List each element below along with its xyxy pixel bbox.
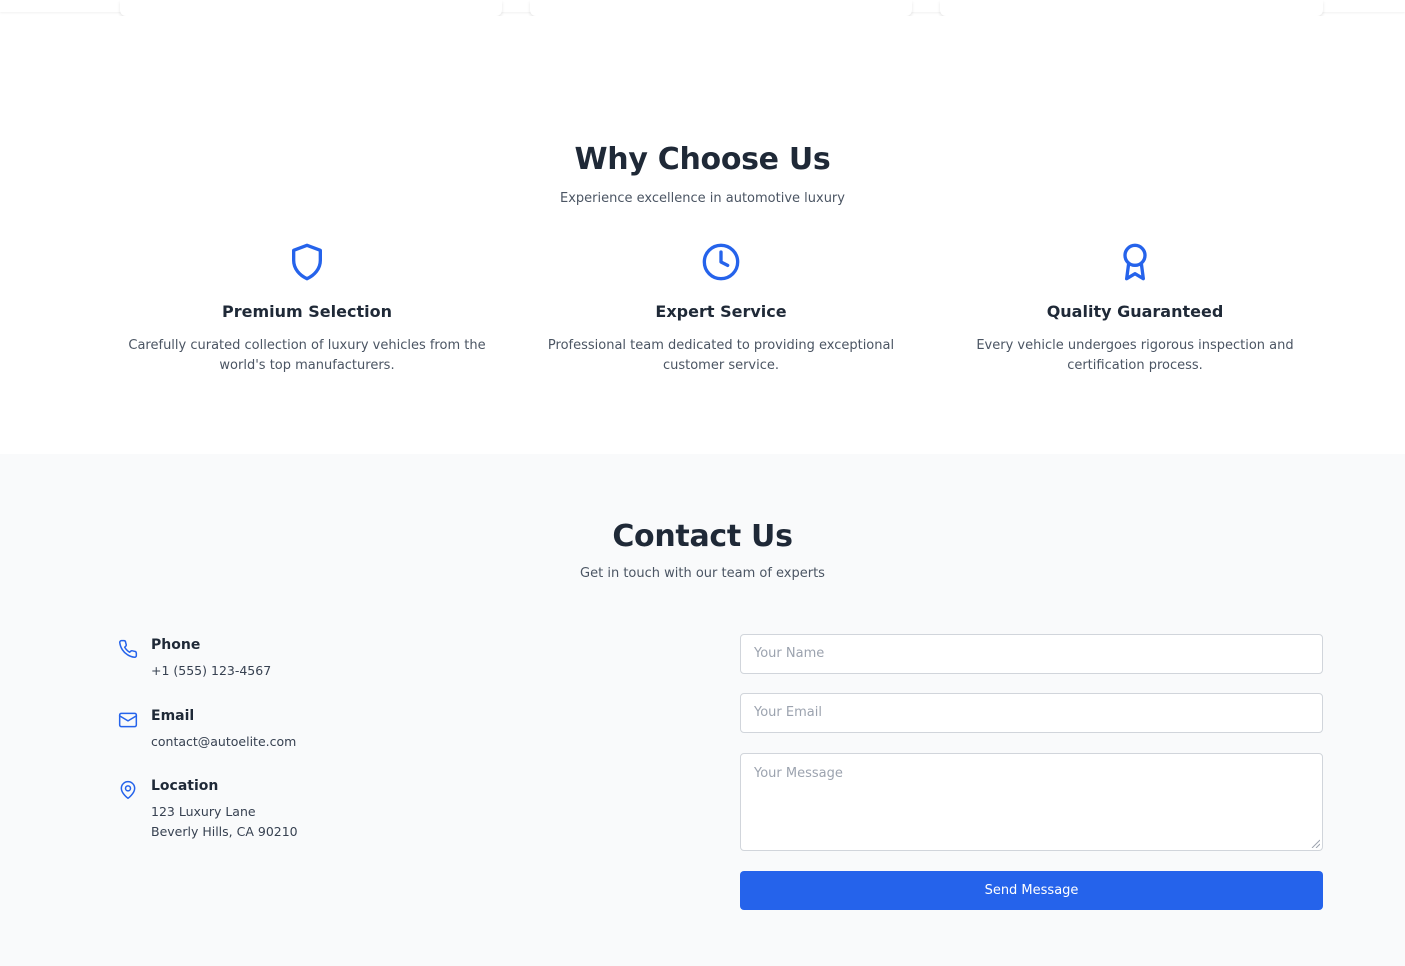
- feature-expert-service: Expert Service Professional team dedicat…: [526, 242, 916, 376]
- feature-title: Quality Guaranteed: [1046, 302, 1224, 321]
- name-input[interactable]: Your Name: [740, 634, 1323, 674]
- feature-title: Premium Selection: [222, 302, 392, 321]
- feature-quality-guaranteed: Quality Guaranteed Every vehicle undergo…: [940, 242, 1330, 376]
- contact-info-label: Email: [151, 708, 195, 724]
- why-choose-us-section: Why Choose Us Experience excellence in a…: [0, 16, 1405, 454]
- phone-icon: [119, 639, 138, 658]
- feature-description: Carefully curated collection of luxury v…: [128, 338, 486, 373]
- contact-info-value: contact@autoelite.com: [151, 734, 297, 749]
- map-pin-icon: [120, 780, 136, 800]
- contact-info-address: 123 Luxury Lane Beverly Hills, CA 90210: [151, 802, 298, 842]
- previous-card-3: [940, 0, 1323, 16]
- message-placeholder: Your Message: [754, 766, 843, 781]
- previous-card-2: [530, 0, 912, 16]
- feature-title: Expert Service: [655, 302, 787, 321]
- address-line-2: Beverly Hills, CA 90210: [151, 824, 298, 839]
- feature-description: Professional team dedicated to providing…: [547, 338, 895, 373]
- email-input[interactable]: Your Email: [740, 693, 1323, 733]
- send-message-button[interactable]: Send Message: [740, 871, 1323, 910]
- contact-subtitle: Get in touch with our team of experts: [580, 566, 825, 581]
- why-choose-us-subtitle: Experience excellence in automotive luxu…: [560, 191, 845, 206]
- previous-card-1: [120, 0, 502, 16]
- feature-premium-selection: Premium Selection Carefully curated coll…: [112, 242, 502, 376]
- resize-handle-icon[interactable]: [1310, 838, 1320, 848]
- contact-info-label: Location: [151, 778, 219, 794]
- award-icon: [1123, 243, 1147, 281]
- mail-icon: [118, 712, 138, 728]
- message-textarea[interactable]: Your Message: [740, 753, 1323, 851]
- clock-icon: [702, 243, 740, 281]
- address-line-1: 123 Luxury Lane: [151, 804, 256, 819]
- contact-info-label: Phone: [151, 637, 201, 653]
- shield-icon: [292, 243, 322, 281]
- feature-description: Every vehicle undergoes rigorous inspect…: [976, 338, 1294, 373]
- contact-title: Contact Us: [612, 519, 793, 554]
- why-choose-us-title: Why Choose Us: [574, 142, 831, 177]
- contact-info-value: +1 (555) 123-4567: [151, 663, 272, 678]
